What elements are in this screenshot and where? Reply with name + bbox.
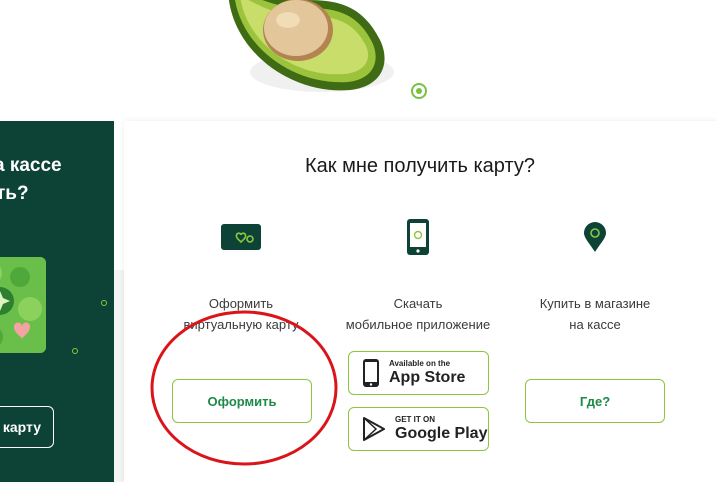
- where-to-buy-button[interactable]: Где?: [525, 379, 665, 423]
- decor-dot: [101, 300, 107, 306]
- option-desc-line2: виртуальную карту: [183, 317, 299, 332]
- option-buy-in-store: Купить в магазине на кассе: [505, 217, 685, 335]
- google-play-button[interactable]: GET IT ON Google Play: [348, 407, 489, 451]
- option-desc-line2: на кассе: [569, 317, 621, 332]
- option-desc-line1: Оформить: [208, 296, 274, 311]
- left-card-title-line1: а кассе: [0, 155, 62, 176]
- card-pattern-image: [0, 257, 46, 353]
- phone-icon: [328, 217, 508, 257]
- apple-phone-icon: [363, 359, 379, 387]
- option-virtual-card: Оформить виртуальную карту: [151, 217, 331, 335]
- register-virtual-card-button[interactable]: Оформить: [172, 379, 312, 423]
- card-icon: [151, 217, 331, 257]
- left-promo-card: а кассе ть? карту: [0, 121, 114, 482]
- option-desc-line1: Скачать: [393, 296, 443, 311]
- option-desc-line2: мобильное приложение: [345, 317, 491, 332]
- map-pin-icon: [505, 217, 685, 257]
- panel-title: Как мне получить карту?: [305, 155, 535, 177]
- google-play-label: Google Play: [395, 425, 488, 442]
- app-store-label: App Store: [389, 369, 466, 386]
- left-card-button[interactable]: карту: [0, 406, 54, 448]
- option-desc-line1: Купить в магазине: [539, 296, 651, 311]
- avocado-illustration: [229, 0, 394, 92]
- decor-dot: [72, 348, 78, 354]
- left-card-title-line2: ть?: [0, 183, 29, 204]
- app-store-button[interactable]: Available on the App Store: [348, 351, 489, 395]
- option-mobile-app: Скачать мобильное приложение: [328, 217, 508, 335]
- app-store-small-label: Available on the: [389, 359, 451, 368]
- google-play-small-label: GET IT ON: [395, 415, 435, 424]
- get-card-panel: Как мне получить карту? Оформить виртуал…: [124, 121, 716, 482]
- play-icon: [363, 417, 385, 441]
- carousel-indicator-dot[interactable]: [411, 83, 427, 99]
